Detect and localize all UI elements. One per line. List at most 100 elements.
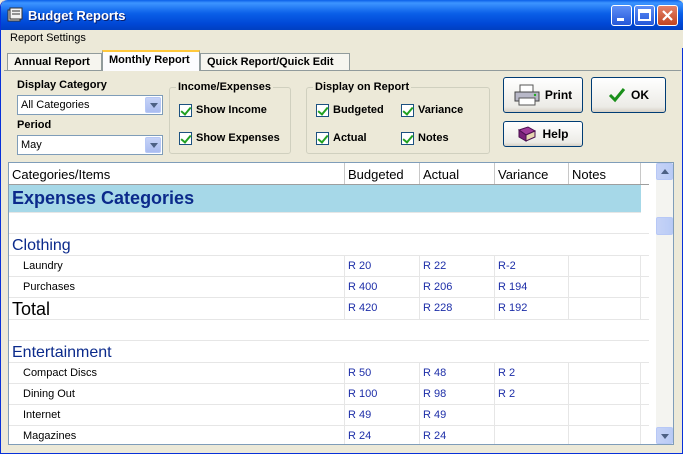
item-name: Purchases [9,277,345,297]
section-row-expenses: Expenses Categories [9,185,641,213]
notes-cell [569,426,641,444]
budgeted-cell: R 100 [345,384,420,404]
variance-cell: R 194 [495,277,569,297]
period-value: May [21,139,42,151]
tab-quick-report[interactable]: Quick Report/Quick Edit [200,53,350,71]
total-actual: R 228 [420,298,495,319]
tab-annual-report[interactable]: Annual Report [7,53,102,71]
income-expenses-title: Income/Expenses [176,81,273,93]
col-header-actual[interactable]: Actual [420,163,495,184]
notes-cell [569,277,641,297]
notes-label: Notes [418,132,449,144]
total-row-clothing: Total R 420 R 228 R 192 [9,298,649,320]
display-category-select[interactable]: All Categories [17,95,163,115]
col-header-variance[interactable]: Variance [495,163,569,184]
category-title-entertainment: Entertainment [12,344,112,361]
actual-checkbox[interactable]: Actual [316,130,367,146]
vertical-scrollbar[interactable] [656,163,673,444]
show-expenses-checkbox[interactable]: Show Expenses [179,130,280,146]
item-name: Internet [9,405,345,425]
notes-checkbox[interactable]: Notes [401,130,449,146]
section-title-expenses: Expenses Categories [12,188,195,208]
checkbox-checked-icon[interactable] [179,103,192,117]
app-icon [7,7,23,22]
item-name: Magazines [9,426,345,444]
checkbox-checked-icon[interactable] [316,103,329,117]
tab-monthly-report[interactable]: Monthly Report [102,50,200,71]
show-expenses-label: Show Expenses [196,132,280,144]
variance-cell: R-2 [495,256,569,276]
period-select[interactable]: May [17,135,163,155]
col-header-categories[interactable]: Categories/Items [9,163,345,184]
table-row[interactable]: Purchases R 400 R 206 R 194 [9,277,649,298]
table-row[interactable]: Internet R 49 R 49 [9,405,649,426]
total-label: Total [9,298,345,319]
report-grid[interactable]: Categories/Items Budgeted Actual Varianc… [8,162,674,445]
title-bar[interactable]: Budget Reports [1,0,683,30]
item-name: Laundry [9,256,345,276]
scroll-down-icon[interactable] [656,427,673,444]
display-category-label: Display Category [17,79,107,91]
maximize-icon [638,9,651,21]
show-income-checkbox[interactable]: Show Income [179,102,267,118]
display-on-report-title: Display on Report [313,81,412,93]
period-label: Period [17,119,52,131]
total-variance: R 192 [495,298,569,319]
scroll-up-icon[interactable] [656,163,673,180]
table-row[interactable]: Compact Discs R 50 R 48 R 2 [9,363,649,384]
print-button[interactable]: Print [503,77,583,113]
checkbox-checked-icon[interactable] [401,131,414,145]
variance-cell [495,405,569,425]
minimize-icon [617,18,624,21]
maximize-button[interactable] [634,5,655,26]
category-row-clothing: Clothing [9,234,649,256]
checkmark-icon [608,88,626,103]
close-icon [662,10,673,21]
minimize-button[interactable] [611,5,632,26]
budget-reports-window: Budget Reports Report Settings Annual Re… [0,0,683,454]
tab-strip: Annual Report Monthly Report Quick Repor… [1,49,683,71]
table-header-row: Categories/Items Budgeted Actual Varianc… [9,163,649,185]
help-book-icon [518,126,537,142]
actual-cell: R 206 [420,277,495,297]
menu-report-settings[interactable]: Report Settings [10,32,86,44]
chevron-down-icon[interactable] [145,137,161,153]
notes-cell [569,405,641,425]
table-row[interactable]: Laundry R 20 R 22 R-2 [9,256,649,277]
table-row[interactable]: Dining Out R 100 R 98 R 2 [9,384,649,405]
ok-button[interactable]: OK [591,77,666,113]
actual-cell: R 98 [420,384,495,404]
menu-bar: Report Settings [1,30,683,48]
display-on-report-group: Display on Report Budgeted Variance Actu… [306,81,490,154]
blank-row [9,213,649,234]
chevron-down-icon[interactable] [145,97,161,113]
budgeted-cell: R 24 [345,426,420,444]
category-row-entertainment: Entertainment [9,341,649,363]
scroll-thumb[interactable] [656,217,673,235]
show-income-label: Show Income [196,104,267,116]
ok-label: OK [631,88,649,102]
help-label: Help [542,127,569,141]
notes-cell [569,363,641,383]
col-header-notes[interactable]: Notes [569,163,641,184]
help-button[interactable]: Help [503,121,583,147]
category-title-clothing: Clothing [12,237,71,254]
item-name: Compact Discs [9,363,345,383]
close-button[interactable] [657,5,678,26]
variance-label: Variance [418,104,464,116]
actual-cell: R 49 [420,405,495,425]
actual-cell: R 24 [420,426,495,444]
col-header-budgeted[interactable]: Budgeted [345,163,420,184]
total-budgeted: R 420 [345,298,420,319]
variance-checkbox[interactable]: Variance [401,102,463,118]
notes-cell [569,256,641,276]
budgeted-checkbox[interactable]: Budgeted [316,102,384,118]
checkbox-checked-icon[interactable] [401,103,414,117]
print-label: Print [544,88,573,102]
table-row[interactable]: Magazines R 24 R 24 [9,426,649,444]
budgeted-cell: R 50 [345,363,420,383]
total-notes [569,298,641,319]
checkbox-checked-icon[interactable] [316,131,329,145]
budgeted-cell: R 400 [345,277,420,297]
checkbox-checked-icon[interactable] [179,131,192,145]
